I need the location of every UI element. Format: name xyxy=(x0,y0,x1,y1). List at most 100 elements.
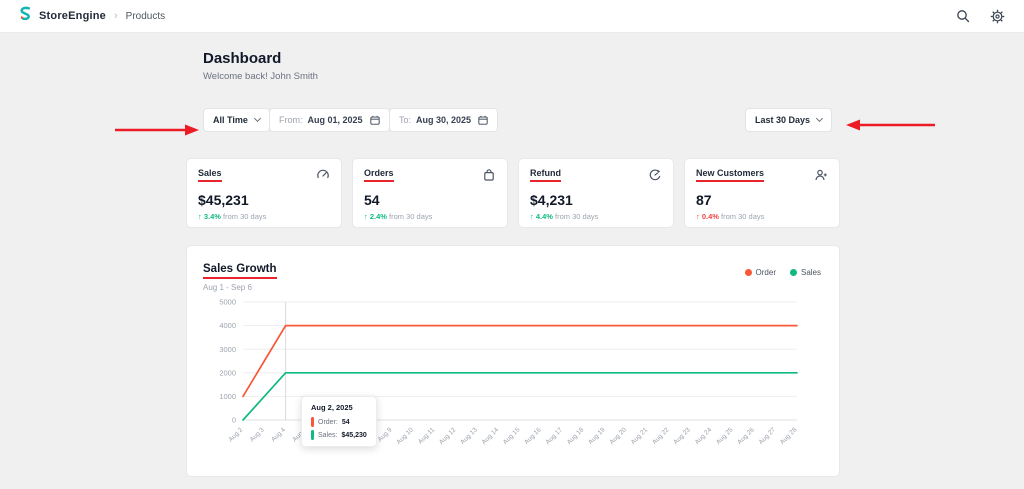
storeengine-logo-icon xyxy=(18,6,33,26)
chevron-down-icon xyxy=(253,114,261,123)
svg-text:Aug 9: Aug 9 xyxy=(377,426,394,443)
breadcrumb-separator: › xyxy=(114,10,118,22)
sales-growth-card: Sales Growth Aug 1 - Sep 6 Order Sales 0… xyxy=(186,245,840,477)
chart-plot-area: 0 1000 2000 3000 4000 5000 Aug 2 Aug 3 Aug 4 Aug … xyxy=(197,294,827,472)
svg-text:Aug 20: Aug 20 xyxy=(608,426,628,446)
stat-cards-row: Sales $45,231 ↑ 3.4% from 30 days Orders xyxy=(186,158,840,228)
stat-label: Orders xyxy=(364,168,394,182)
svg-text:Aug 4: Aug 4 xyxy=(270,426,287,443)
tooltip-row-order: Order: 54 xyxy=(311,417,367,427)
chart-title: Sales Growth xyxy=(203,263,277,279)
stat-card-refund: Refund $4,231 ↑ 4.4% from 30 days xyxy=(518,158,674,228)
legend-label: Sales xyxy=(800,268,821,277)
search-icon[interactable] xyxy=(954,7,972,25)
tooltip-date: Aug 2, 2025 xyxy=(311,403,353,412)
chart-date-range: Aug 1 - Sep 6 xyxy=(203,283,252,292)
range-dropdown[interactable]: Last 30 Days xyxy=(745,108,833,132)
welcome-text: Welcome back! John Smith xyxy=(203,71,318,82)
svg-text:Aug 10: Aug 10 xyxy=(395,426,415,446)
svg-text:5000: 5000 xyxy=(219,298,236,307)
sales-color-bar xyxy=(311,430,314,440)
stat-label: New Customers xyxy=(696,168,765,182)
stat-delta-line: ↑ 4.4% from 30 days xyxy=(530,212,662,221)
breadcrumb[interactable]: Products xyxy=(126,11,165,22)
stat-suffix: from 30 days xyxy=(389,212,433,221)
refund-gauge-icon xyxy=(648,168,662,187)
svg-text:Aug 27: Aug 27 xyxy=(758,426,778,446)
chart-tooltip: Aug 2, 2025 Order: 54 Sales: $45,230 xyxy=(301,396,377,447)
svg-text:4000: 4000 xyxy=(219,321,236,330)
chevron-down-icon xyxy=(816,114,824,123)
annotation-arrow-left xyxy=(115,124,199,136)
tooltip-label: Sales: xyxy=(318,431,338,439)
from-label: From: xyxy=(279,115,303,125)
stat-value: 54 xyxy=(364,192,380,208)
stat-delta-line: ↑ 3.4% from 30 days xyxy=(198,212,330,221)
bag-icon xyxy=(482,168,496,187)
svg-text:Aug 25: Aug 25 xyxy=(715,426,735,446)
stat-value: $45,231 xyxy=(198,192,249,208)
svg-text:Aug 22: Aug 22 xyxy=(651,426,671,446)
svg-text:Aug 26: Aug 26 xyxy=(736,426,756,446)
stat-delta-line: ↑ 0.4% from 30 days xyxy=(696,212,828,221)
stat-suffix: from 30 days xyxy=(721,212,765,221)
from-value: Aug 01, 2025 xyxy=(307,115,363,125)
brand-logo[interactable]: StoreEngine xyxy=(18,6,106,26)
calendar-icon xyxy=(369,115,380,125)
svg-text:Aug 23: Aug 23 xyxy=(672,426,692,446)
svg-text:Aug 12: Aug 12 xyxy=(438,426,458,446)
stat-card-sales: Sales $45,231 ↑ 3.4% from 30 days xyxy=(186,158,342,228)
to-label: To: xyxy=(399,115,412,125)
sales-growth-chart: 0 1000 2000 3000 4000 5000 Aug 2 Aug 3 Aug 4 Aug … xyxy=(219,298,799,446)
range-label: Last 30 Days xyxy=(755,115,811,125)
svg-text:Aug 11: Aug 11 xyxy=(417,426,436,445)
page-title: Dashboard xyxy=(203,50,282,67)
svg-text:Aug 13: Aug 13 xyxy=(459,426,479,446)
tooltip-row-sales: Sales: $45,230 xyxy=(311,430,367,440)
topbar: StoreEngine › Products xyxy=(0,0,1024,33)
stat-delta: ↑ 0.4% xyxy=(696,212,719,221)
tooltip-value: $45,230 xyxy=(341,431,367,439)
legend-item-sales: Sales xyxy=(789,268,821,277)
svg-text:Aug 24: Aug 24 xyxy=(694,426,714,446)
legend-item-order: Order xyxy=(744,268,776,277)
dashboard-page: StoreEngine › Products Dashboard Welcome… xyxy=(0,0,1024,489)
users-icon xyxy=(814,168,828,187)
svg-text:Aug 15: Aug 15 xyxy=(502,426,522,446)
svg-text:Aug 21: Aug 21 xyxy=(630,426,650,446)
stat-label: Refund xyxy=(530,168,561,182)
stat-label: Sales xyxy=(198,168,222,182)
to-value: Aug 30, 2025 xyxy=(416,115,472,125)
stat-suffix: from 30 days xyxy=(555,212,599,221)
gear-icon[interactable] xyxy=(988,7,1006,25)
svg-text:Aug 18: Aug 18 xyxy=(566,426,586,446)
annotation-arrow-right xyxy=(846,119,935,131)
svg-text:Aug 28: Aug 28 xyxy=(779,426,799,446)
svg-text:0: 0 xyxy=(232,416,236,425)
stat-value: 87 xyxy=(696,192,712,208)
chart-legend: Order Sales xyxy=(744,268,821,277)
all-time-dropdown[interactable]: All Time xyxy=(203,108,270,132)
stat-card-new-customers: New Customers 87 ↑ 0.4% from 30 days xyxy=(684,158,840,228)
all-time-label: All Time xyxy=(213,115,248,125)
stat-card-orders: Orders 54 ↑ 2.4% from 30 days xyxy=(352,158,508,228)
date-from-field[interactable]: From: Aug 01, 2025 xyxy=(269,108,390,132)
brand-name: StoreEngine xyxy=(39,10,106,22)
sales-legend-dot xyxy=(789,269,797,276)
stat-delta: ↑ 2.4% xyxy=(364,212,387,221)
gauge-icon xyxy=(316,168,330,187)
stat-value: $4,231 xyxy=(530,192,573,208)
svg-text:1000: 1000 xyxy=(219,392,236,401)
svg-text:Aug 17: Aug 17 xyxy=(545,426,565,446)
stat-delta: ↑ 3.4% xyxy=(198,212,221,221)
date-to-field[interactable]: To: Aug 30, 2025 xyxy=(389,108,499,132)
stat-delta: ↑ 4.4% xyxy=(530,212,553,221)
filters-row: All Time From: Aug 01, 2025 To: Aug 30, … xyxy=(203,108,839,134)
tooltip-value: 54 xyxy=(341,418,350,426)
svg-text:3000: 3000 xyxy=(219,345,236,354)
svg-text:Aug 2: Aug 2 xyxy=(227,426,244,443)
svg-text:Aug 14: Aug 14 xyxy=(481,426,501,446)
stat-suffix: from 30 days xyxy=(223,212,267,221)
svg-text:2000: 2000 xyxy=(219,368,236,377)
order-color-bar xyxy=(311,417,314,427)
